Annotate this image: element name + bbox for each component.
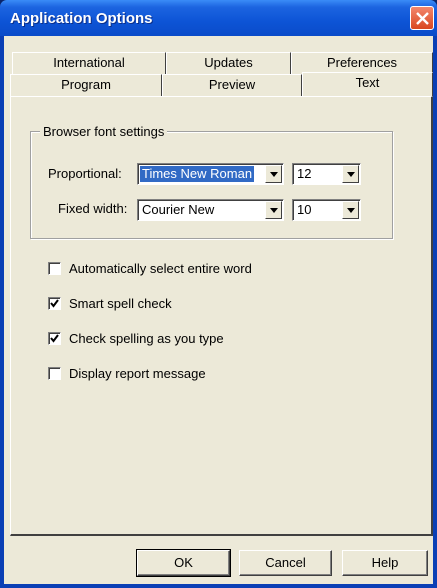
option-label: Automatically select entire word (69, 261, 252, 276)
checkbox[interactable] (48, 262, 61, 275)
option-check-spelling-as-you-type[interactable]: Check spelling as you type (48, 331, 268, 349)
window-title: Application Options (10, 10, 153, 27)
chevron-down-icon (270, 172, 278, 177)
tab-label: Preview (208, 77, 256, 92)
dropdown-button[interactable] (342, 165, 359, 183)
dropdown-button[interactable] (265, 201, 282, 219)
tab-label: Updates (204, 55, 253, 70)
fixed-width-size-value: 10 (297, 202, 312, 217)
chevron-down-icon (270, 208, 278, 213)
checkmark-icon (50, 334, 59, 343)
chevron-down-icon (347, 208, 355, 213)
option-smart-spell-check[interactable]: Smart spell check (48, 296, 248, 314)
proportional-size-select[interactable]: 12 (292, 163, 361, 185)
window-frame-bottom (0, 584, 437, 588)
option-label: Smart spell check (69, 296, 172, 311)
tab-label: Preferences (326, 55, 398, 70)
option-label: Check spelling as you type (69, 331, 224, 346)
option-auto-select-word[interactable]: Automatically select entire word (48, 261, 378, 279)
ok-button[interactable]: OK (136, 549, 231, 577)
checkbox[interactable] (48, 332, 61, 345)
option-label: Display report message (69, 366, 206, 381)
fixed-width-font-select[interactable]: Courier New (137, 199, 284, 221)
tab-preferences[interactable]: Preferences (291, 52, 433, 74)
tab-program[interactable]: Program (10, 74, 162, 96)
font-settings-group (30, 131, 393, 239)
proportional-font-value: Times New Roman (140, 166, 255, 182)
cancel-button[interactable]: Cancel (239, 550, 332, 576)
dropdown-button[interactable] (342, 201, 359, 219)
dropdown-button[interactable] (265, 165, 282, 183)
close-button[interactable] (410, 6, 434, 30)
tab-preview[interactable]: Preview (162, 74, 302, 96)
checkbox[interactable] (48, 367, 61, 380)
tab-label: Text (355, 75, 380, 90)
tab-label: Program (61, 77, 111, 92)
title-bar[interactable]: Application Options (0, 0, 437, 36)
proportional-font-select[interactable]: Times New Roman (137, 163, 284, 185)
tab-international[interactable]: International (12, 52, 166, 74)
chevron-down-icon (347, 172, 355, 177)
option-display-report-message[interactable]: Display report message (48, 366, 248, 384)
fixed-width-font-value: Courier New (142, 202, 215, 217)
proportional-label: Proportional: (48, 166, 122, 181)
checkbox[interactable] (48, 297, 61, 310)
group-title: Browser font settings (40, 124, 168, 139)
tab-updates[interactable]: Updates (166, 52, 291, 74)
tab-label: International (53, 55, 125, 70)
help-button[interactable]: Help (342, 550, 428, 576)
proportional-size-value: 12 (297, 166, 312, 181)
close-icon (416, 12, 429, 25)
fixed-width-label: Fixed width: (58, 201, 128, 216)
tab-text[interactable]: Text (302, 72, 433, 96)
fixed-width-size-select[interactable]: 10 (292, 199, 361, 221)
checkmark-icon (50, 299, 59, 308)
window-frame-right (433, 36, 437, 588)
